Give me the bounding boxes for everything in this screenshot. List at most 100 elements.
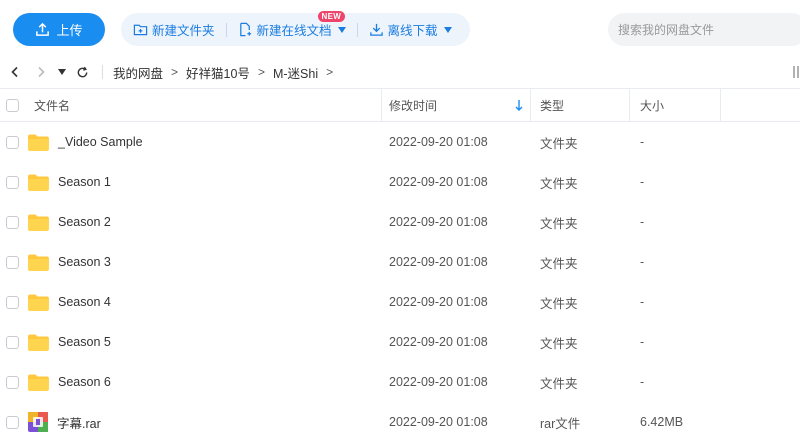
file-name[interactable]: Season 1 xyxy=(58,175,111,189)
column-divider xyxy=(720,89,721,121)
breadcrumb-separator: > xyxy=(171,65,179,79)
chevron-down-icon xyxy=(337,26,346,33)
folder-icon xyxy=(28,334,49,351)
file-name[interactable]: Season 4 xyxy=(58,295,111,309)
file-size: - xyxy=(640,135,645,149)
chevron-down-icon xyxy=(443,26,452,33)
offline-download-button[interactable]: 离线下载 xyxy=(369,20,452,39)
breadcrumb-separator: > xyxy=(326,65,334,79)
breadcrumb-item[interactable]: 好祥猫10号 xyxy=(186,63,250,82)
offline-download-label: 离线下载 xyxy=(387,24,438,38)
row-checkbox[interactable] xyxy=(6,255,19,269)
search-input[interactable] xyxy=(608,13,800,46)
modified-time: 2022-09-20 01:08 xyxy=(389,375,488,389)
table-row[interactable]: Season 3 2022-09-20 01:08 文件夹 - xyxy=(0,242,800,282)
file-type: 文件夹 xyxy=(540,376,578,391)
upload-icon xyxy=(36,22,50,36)
folder-icon xyxy=(28,374,49,391)
column-header-size[interactable]: 大小 xyxy=(640,89,664,121)
column-header-name[interactable]: 文件名 xyxy=(34,89,70,121)
folder-icon xyxy=(28,214,49,231)
file-type: 文件夹 xyxy=(540,256,578,271)
modified-time: 2022-09-20 01:08 xyxy=(389,415,488,429)
file-size: - xyxy=(640,215,645,229)
modified-time: 2022-09-20 01:08 xyxy=(389,255,488,269)
file-name[interactable]: Season 3 xyxy=(58,255,111,269)
select-all-checkbox[interactable] xyxy=(6,98,19,112)
breadcrumb-item[interactable]: 我的网盘 xyxy=(113,63,163,82)
file-size: - xyxy=(640,295,645,309)
row-checkbox[interactable] xyxy=(6,175,19,189)
scroll-indicator-icon xyxy=(792,65,800,79)
file-type: 文件夹 xyxy=(540,176,578,191)
divider xyxy=(356,22,358,37)
file-type: 文件夹 xyxy=(540,336,578,351)
file-size: - xyxy=(640,335,645,349)
row-checkbox[interactable] xyxy=(6,215,19,229)
back-arrow-icon[interactable] xyxy=(2,66,28,78)
file-size: - xyxy=(640,375,645,389)
new-online-doc-label: 新建在线文档 xyxy=(256,24,332,38)
file-name[interactable]: Season 6 xyxy=(58,375,111,389)
forward-arrow-icon[interactable] xyxy=(28,66,54,78)
breadcrumb-item[interactable]: M-迷Shi xyxy=(273,63,318,82)
new-folder-button[interactable]: 新建文件夹 xyxy=(133,20,215,39)
file-type: rar文件 xyxy=(540,416,581,431)
breadcrumb-separator: > xyxy=(257,65,265,79)
file-size: - xyxy=(640,175,645,189)
new-badge: NEW xyxy=(317,11,346,22)
file-name[interactable]: Season 2 xyxy=(58,215,111,229)
download-icon xyxy=(369,23,383,36)
new-folder-label: 新建文件夹 xyxy=(152,24,215,38)
column-divider xyxy=(629,89,630,121)
file-type: 文件夹 xyxy=(540,296,578,311)
modified-time: 2022-09-20 01:08 xyxy=(389,215,488,229)
sort-descending-icon[interactable] xyxy=(515,89,523,121)
folder-icon xyxy=(28,254,49,271)
upload-label: 上传 xyxy=(56,23,83,38)
divider xyxy=(225,22,227,37)
new-online-doc-button[interactable]: 新建在线文档 NEW xyxy=(238,11,346,39)
folder-icon xyxy=(28,134,49,151)
navigation-bar: 我的网盘 > 好祥猫10号 > M-迷Shi > xyxy=(0,56,800,88)
file-name[interactable]: Season 5 xyxy=(58,335,111,349)
column-header-type[interactable]: 类型 xyxy=(540,89,564,121)
file-name[interactable]: _Video Sample xyxy=(58,135,143,149)
row-checkbox[interactable] xyxy=(6,135,19,149)
divider xyxy=(102,65,103,79)
upload-button[interactable]: 上传 xyxy=(13,13,105,46)
toolbar: 上传 新建文件夹 新建在线文档 NEW 离线下载 xyxy=(0,0,800,56)
column-header-modified[interactable]: 修改时间 xyxy=(389,89,437,121)
table-row[interactable]: _Video Sample 2022-09-20 01:08 文件夹 - xyxy=(0,122,800,162)
table-row[interactable]: Season 5 2022-09-20 01:08 文件夹 - xyxy=(0,322,800,362)
modified-time: 2022-09-20 01:08 xyxy=(389,175,488,189)
file-type: 文件夹 xyxy=(540,136,578,151)
file-name[interactable]: 字幕.rar xyxy=(57,413,101,432)
new-folder-icon xyxy=(133,24,148,36)
table-header: 文件名 修改时间 类型 大小 xyxy=(0,88,800,122)
table-row[interactable]: 字幕.rar 2022-09-20 01:08 rar文件 6.42MB xyxy=(0,402,800,439)
modified-time: 2022-09-20 01:08 xyxy=(389,335,488,349)
folder-icon xyxy=(28,174,49,191)
table-row[interactable]: Season 2 2022-09-20 01:08 文件夹 - xyxy=(0,202,800,242)
column-divider xyxy=(381,89,382,121)
row-checkbox[interactable] xyxy=(6,335,19,349)
table-row[interactable]: Season 4 2022-09-20 01:08 文件夹 - xyxy=(0,282,800,322)
table-row[interactable]: Season 6 2022-09-20 01:08 文件夹 - xyxy=(0,362,800,402)
table-row[interactable]: Season 1 2022-09-20 01:08 文件夹 - xyxy=(0,162,800,202)
breadcrumb: 我的网盘 > 好祥猫10号 > M-迷Shi > xyxy=(113,63,341,82)
history-dropdown-icon[interactable] xyxy=(54,69,70,75)
new-doc-icon xyxy=(239,22,251,37)
file-size: - xyxy=(640,255,645,269)
action-group: 新建文件夹 新建在线文档 NEW 离线下载 xyxy=(121,11,470,46)
rar-file-icon xyxy=(28,412,48,432)
refresh-icon[interactable] xyxy=(70,66,94,79)
row-checkbox[interactable] xyxy=(6,375,19,389)
file-size: 6.42MB xyxy=(640,415,684,429)
column-divider xyxy=(530,89,531,121)
modified-time: 2022-09-20 01:08 xyxy=(389,135,488,149)
folder-icon xyxy=(28,294,49,311)
modified-time: 2022-09-20 01:08 xyxy=(389,295,488,309)
row-checkbox[interactable] xyxy=(6,415,19,429)
row-checkbox[interactable] xyxy=(6,295,19,309)
